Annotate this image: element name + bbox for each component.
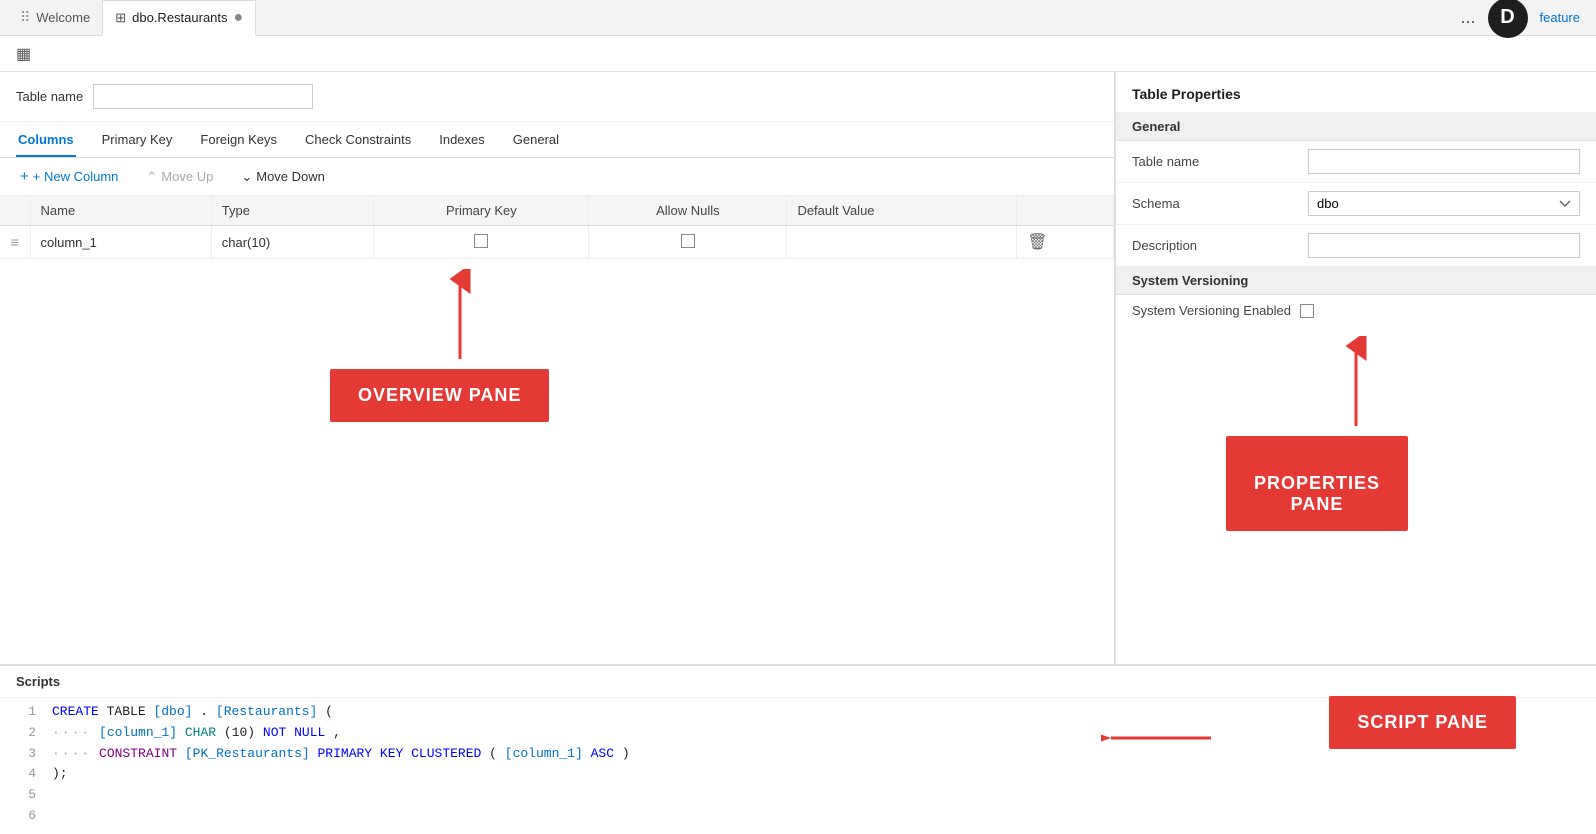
- table-name-row: Table name Restaurants: [0, 72, 1114, 122]
- col-header-drag: [0, 196, 30, 226]
- scripts-pane: Scripts 1 CREATE TABLE [dbo] . [Restaura…: [0, 664, 1596, 834]
- tab-foreign-keys[interactable]: Foreign Keys: [198, 122, 279, 157]
- feature-label: feature: [1540, 10, 1580, 25]
- prop-description-input[interactable]: [1308, 233, 1580, 258]
- line-num-2: 2: [16, 723, 36, 744]
- col-header-type: Type: [211, 196, 374, 226]
- table-name-label: Table name: [16, 89, 83, 104]
- col-primary-key-cell[interactable]: [374, 226, 589, 259]
- properties-pane: Table Properties General Table name Rest…: [1116, 72, 1596, 664]
- tab-columns[interactable]: Columns: [16, 122, 76, 157]
- tab-active[interactable]: ⊞ dbo.Restaurants ●: [102, 0, 256, 36]
- properties-table-name-row: Table name Restaurants: [1116, 141, 1596, 183]
- tabs-nav: Columns Primary Key Foreign Keys Check C…: [0, 122, 1114, 158]
- primary-key-checkbox[interactable]: [474, 234, 488, 248]
- line-num-5: 5: [16, 785, 36, 806]
- system-versioning-row: System Versioning Enabled: [1116, 295, 1596, 326]
- user-avatar[interactable]: D: [1488, 0, 1528, 38]
- overview-pane: Table name Restaurants Columns Primary K…: [0, 72, 1115, 664]
- table-row: ≡ column_1 char(10): [0, 226, 1114, 259]
- overview-arrow: [440, 269, 480, 369]
- col-allow-nulls-cell[interactable]: [589, 226, 787, 259]
- active-tab-label: dbo.Restaurants: [132, 10, 227, 25]
- script-pane-label: SCRIPT PANE: [1329, 696, 1516, 749]
- chevron-down-icon: ⌄: [241, 169, 252, 185]
- general-section-header: General: [1116, 113, 1596, 141]
- prop-table-name-input[interactable]: Restaurants: [1308, 149, 1580, 174]
- welcome-tab-label: Welcome: [36, 10, 90, 25]
- table-icon: ⊞: [115, 10, 126, 26]
- col-header-default-value: Default Value: [787, 196, 1017, 226]
- line-num-3: 3: [16, 744, 36, 765]
- title-bar-right: ... D feature: [1461, 0, 1589, 38]
- script-line-4: 4 );: [16, 764, 1580, 785]
- delete-row-button[interactable]: 🗑: [1027, 232, 1047, 252]
- script-line-6: 6: [16, 806, 1580, 827]
- overview-annotation-area: OVERVIEW PANE: [0, 259, 1114, 664]
- col-type-cell[interactable]: char(10): [211, 226, 374, 259]
- system-versioning-label: System Versioning Enabled: [1132, 303, 1292, 318]
- properties-description-row: Description: [1116, 225, 1596, 267]
- drag-icon: ⠿: [20, 9, 30, 26]
- column-actions: + + New Column ⌃ Move Up ⌄ Move Down: [0, 158, 1114, 196]
- table-designer-icon[interactable]: ▦: [10, 40, 37, 68]
- properties-arrow: [1336, 336, 1376, 436]
- system-versioning-section-header: System Versioning: [1116, 267, 1596, 295]
- col-delete-cell[interactable]: 🗑: [1017, 226, 1114, 259]
- tab-welcome[interactable]: ⠿ Welcome: [8, 0, 102, 36]
- properties-title: Table Properties: [1116, 72, 1596, 113]
- overview-pane-label: OVERVIEW PANE: [330, 369, 549, 422]
- columns-table: Name Type Primary Key Allow Nulls Defaul…: [0, 196, 1114, 259]
- col-default-value-cell[interactable]: [787, 226, 1017, 259]
- line-num-4: 4: [16, 764, 36, 785]
- allow-nulls-checkbox[interactable]: [681, 234, 695, 248]
- tab-modified-dot: ●: [234, 9, 244, 27]
- properties-annotation-area: PROPERTIES PANE: [1116, 326, 1596, 664]
- properties-pane-label: PROPERTIES PANE: [1226, 436, 1408, 531]
- system-versioning-checkbox[interactable]: [1300, 304, 1314, 318]
- col-name-cell[interactable]: column_1: [30, 226, 211, 259]
- script-line-5: 5: [16, 785, 1580, 806]
- move-down-button[interactable]: ⌄ Move Down: [237, 167, 329, 187]
- col-header-name: Name: [30, 196, 211, 226]
- col-header-actions: [1017, 196, 1114, 226]
- line-num-6: 6: [16, 806, 36, 827]
- more-options-button[interactable]: ...: [1461, 7, 1476, 28]
- columns-table-wrapper: Name Type Primary Key Allow Nulls Defaul…: [0, 196, 1114, 259]
- prop-description-label: Description: [1132, 238, 1292, 253]
- title-bar: ⠿ Welcome ⊞ dbo.Restaurants ● ... D feat…: [0, 0, 1596, 36]
- tab-general[interactable]: General: [511, 122, 561, 157]
- chevron-up-icon: ⌃: [146, 169, 157, 185]
- prop-table-name-label: Table name: [1132, 154, 1292, 169]
- drag-icon: ≡: [11, 234, 19, 250]
- table-name-input[interactable]: Restaurants: [93, 84, 313, 109]
- col-header-primary-key: Primary Key: [374, 196, 589, 226]
- script-arrow: [1101, 718, 1221, 758]
- tab-check-constraints[interactable]: Check Constraints: [303, 122, 413, 157]
- toolbar-row: ▦: [0, 36, 1596, 72]
- line-content-3: ···· CONSTRAINT [PK_Restaurants] PRIMARY…: [52, 744, 630, 765]
- new-column-button[interactable]: + + New Column: [16, 166, 122, 187]
- col-header-allow-nulls: Allow Nulls: [589, 196, 787, 226]
- plus-icon: +: [20, 168, 29, 185]
- prop-schema-select[interactable]: dbo: [1308, 191, 1580, 216]
- line-content-2: ···· [column_1] CHAR (10) NOT NULL ,: [52, 723, 341, 744]
- move-up-button[interactable]: ⌃ Move Up: [142, 167, 217, 187]
- properties-schema-row: Schema dbo: [1116, 183, 1596, 225]
- scripts-header: Scripts: [0, 666, 1596, 698]
- drag-handle[interactable]: ≡: [0, 226, 30, 259]
- script-annotation-container: SCRIPT PANE: [1329, 696, 1516, 749]
- tab-indexes[interactable]: Indexes: [437, 122, 487, 157]
- line-content-4: );: [52, 764, 68, 785]
- line-num-1: 1: [16, 702, 36, 723]
- tab-primary-key[interactable]: Primary Key: [100, 122, 175, 157]
- prop-schema-label: Schema: [1132, 196, 1292, 211]
- line-content-1: CREATE TABLE [dbo] . [Restaurants] (: [52, 702, 333, 723]
